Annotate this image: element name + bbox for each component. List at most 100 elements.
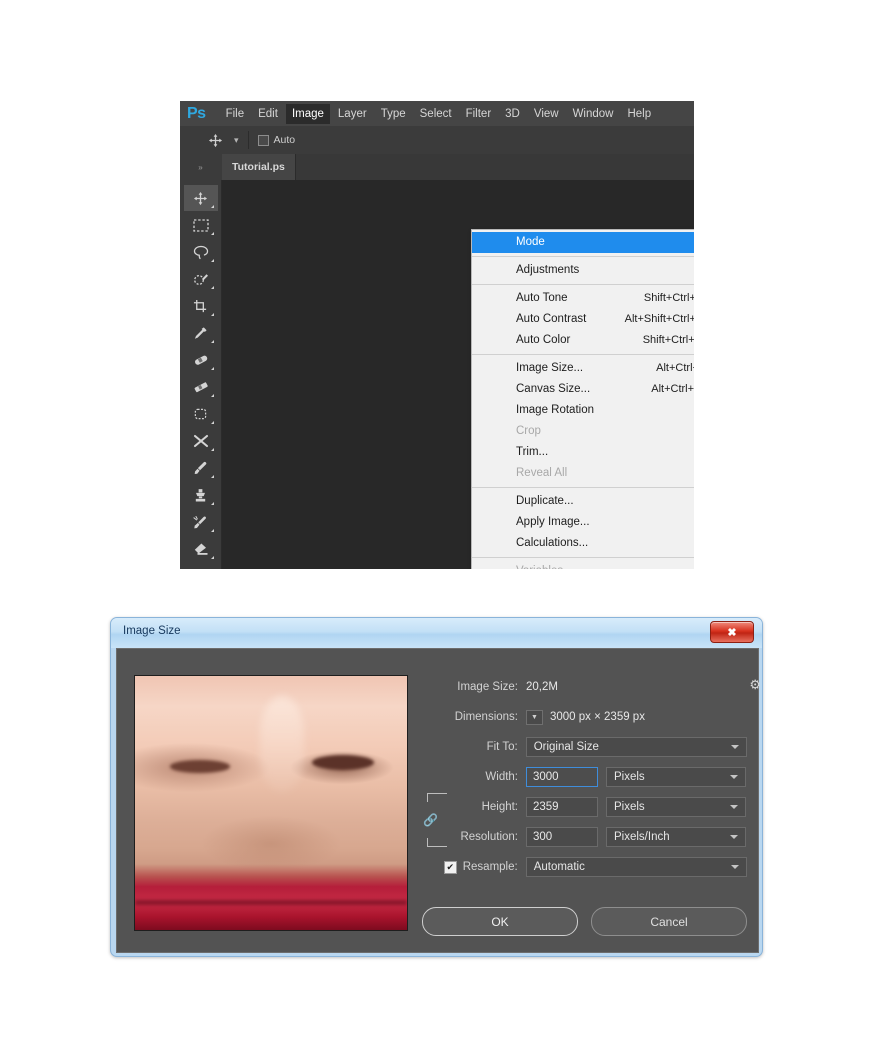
menu-item-help[interactable]: Help	[621, 104, 657, 124]
panel-collapse-icon[interactable]: »	[180, 154, 222, 180]
menu-entry-canvas-size[interactable]: Canvas Size... Alt+Ctrl+C	[472, 379, 694, 400]
dimensions-units-dropdown[interactable]: ▼	[526, 709, 543, 725]
menu-entry-image-rotation[interactable]: Image Rotation	[472, 400, 694, 421]
menu-entry-label: Variables	[516, 561, 694, 569]
eyedropper-tool-icon[interactable]	[184, 320, 218, 346]
menu-item-image[interactable]: Image	[285, 103, 330, 124]
menu-entry-duplicate[interactable]: Duplicate...	[472, 491, 694, 512]
auto-select-checkbox[interactable]	[257, 134, 269, 146]
row-resolution: Resolution: 300 Pixels/Inch	[422, 825, 747, 849]
quick-selection-tool-icon[interactable]	[184, 266, 218, 292]
menu-entry-trim[interactable]: Trim...	[472, 442, 694, 463]
menu-entry-label: Duplicate...	[516, 495, 574, 507]
resolution-unit-value: Pixels/Inch	[614, 831, 670, 843]
resample-select[interactable]: Automatic	[525, 857, 747, 877]
row-image-size: Image Size: 20,2M ⚙	[422, 675, 761, 699]
brush-tool-icon[interactable]	[184, 455, 218, 481]
chevron-down-icon	[731, 865, 739, 869]
menu-entry-label: Auto Contrast	[516, 313, 587, 325]
patch-tool-icon[interactable]	[184, 374, 218, 400]
move-tool-icon[interactable]	[202, 129, 228, 151]
resolution-unit-select[interactable]: Pixels/Inch	[606, 827, 746, 847]
menu-entry-label: Canvas Size...	[516, 383, 591, 395]
menu-item-edit[interactable]: Edit	[252, 104, 284, 124]
menu-entry-auto-contrast[interactable]: Auto Contrast Alt+Shift+Ctrl+L	[472, 309, 694, 330]
row-resample: ✔ Resample: Automatic	[422, 855, 747, 879]
dialog-buttons: OK Cancel	[422, 907, 747, 936]
menu-entry-image-size[interactable]: Image Size... Alt+Ctrl+I	[472, 358, 694, 379]
preview-lip-line	[135, 899, 407, 905]
image-size-label: Image Size:	[457, 681, 518, 693]
preview-shadow-left	[170, 759, 231, 773]
menu-separator	[472, 284, 694, 285]
menu-entry-variables: Variables	[472, 561, 694, 569]
height-unit-select[interactable]: Pixels	[606, 797, 746, 817]
rectangular-marquee-tool-icon[interactable]	[184, 212, 218, 238]
chevron-down-icon	[731, 745, 739, 749]
menu-entry-label: Trim...	[516, 446, 549, 458]
lasso-tool-icon[interactable]	[184, 239, 218, 265]
gear-icon[interactable]: ⚙	[749, 677, 761, 693]
dialog-title: Image Size	[123, 625, 181, 637]
menu-entry-apply-image[interactable]: Apply Image...	[472, 512, 694, 533]
menu-item-filter[interactable]: Filter	[460, 104, 498, 124]
menu-item-select[interactable]: Select	[414, 104, 458, 124]
red-eye-tool-icon[interactable]	[184, 428, 218, 454]
menu-item-type[interactable]: Type	[375, 104, 412, 124]
resolution-input[interactable]: 300	[526, 827, 598, 847]
menu-item-file[interactable]: File	[220, 104, 251, 124]
menu-entry-mode[interactable]: Mode	[472, 232, 694, 253]
menu-entry-label: Adjustments	[516, 264, 580, 276]
resample-label: Resample:	[462, 861, 518, 873]
dialog-title-bar[interactable]: Image Size ✖	[111, 618, 762, 648]
content-aware-move-tool-icon[interactable]	[184, 401, 218, 427]
dialog-body: 🔗 Image Size: 20,2M ⚙ Dimensions: ▼ 3000…	[116, 648, 761, 953]
menu-separator	[472, 256, 694, 257]
preview-photo	[135, 676, 407, 930]
spot-healing-brush-tool-icon[interactable]	[184, 347, 218, 373]
menu-entry-label: Crop	[516, 425, 541, 437]
menu-bar: Ps File Edit Image Layer Type Select Fil…	[180, 101, 694, 126]
menu-item-view[interactable]: View	[528, 104, 565, 124]
height-label: Height:	[481, 801, 518, 813]
fit-to-select[interactable]: Original Size	[525, 737, 747, 757]
ok-button[interactable]: OK	[422, 907, 578, 936]
menu-separator	[472, 487, 694, 488]
dimensions-label: Dimensions:	[454, 711, 518, 723]
chevron-down-icon	[730, 805, 738, 809]
move-tool-icon[interactable]	[183, 185, 218, 211]
menu-item-3d[interactable]: 3D	[499, 104, 526, 124]
clone-stamp-tool-icon[interactable]	[184, 482, 218, 508]
menu-entry-adjustments[interactable]: Adjustments	[472, 260, 694, 281]
resample-value: Automatic	[533, 861, 585, 873]
menu-entry-label: Mode	[516, 236, 545, 248]
height-input[interactable]: 2359	[526, 797, 598, 817]
menu-entry-auto-tone[interactable]: Auto Tone Shift+Ctrl+L	[472, 288, 694, 309]
close-icon[interactable]: ✖	[710, 621, 754, 643]
preview-shadow-right	[311, 754, 375, 770]
menu-item-layer[interactable]: Layer	[332, 104, 373, 124]
fit-to-value: Original Size	[533, 741, 599, 753]
resample-checkbox[interactable]: ✔	[443, 860, 457, 874]
menu-separator	[472, 557, 694, 558]
width-unit-select[interactable]: Pixels	[606, 767, 746, 787]
width-input[interactable]: 3000	[526, 767, 598, 787]
crop-tool-icon[interactable]	[184, 293, 218, 319]
menu-entry-reveal-all: Reveal All	[472, 463, 694, 484]
image-preview[interactable]	[134, 675, 408, 931]
photoshop-logo: Ps	[187, 104, 206, 122]
image-size-dialog: Image Size ✖ 🔗 Image Size: 20,2M ⚙ Dimen…	[110, 617, 763, 957]
history-brush-tool-icon[interactable]	[184, 509, 218, 535]
image-menu-dropdown: Mode Adjustments Auto Tone Shift+Ctrl+L …	[471, 229, 694, 569]
chevron-down-icon[interactable]: ▾	[234, 135, 239, 146]
menu-entry-auto-color[interactable]: Auto Color Shift+Ctrl+B	[472, 330, 694, 351]
menu-item-window[interactable]: Window	[567, 104, 620, 124]
menu-entry-label: Reveal All	[516, 467, 568, 479]
menu-entry-label: Apply Image...	[516, 516, 590, 528]
cancel-button[interactable]: Cancel	[591, 907, 747, 936]
menu-entry-shortcut: Alt+Ctrl+C	[651, 383, 694, 395]
document-tab[interactable]: Tutorial.ps	[222, 154, 296, 180]
menu-entry-calculations[interactable]: Calculations...	[472, 533, 694, 554]
eraser-tool-icon[interactable]	[184, 536, 218, 562]
row-dimensions: Dimensions: ▼ 3000 px × 2359 px	[422, 705, 747, 729]
